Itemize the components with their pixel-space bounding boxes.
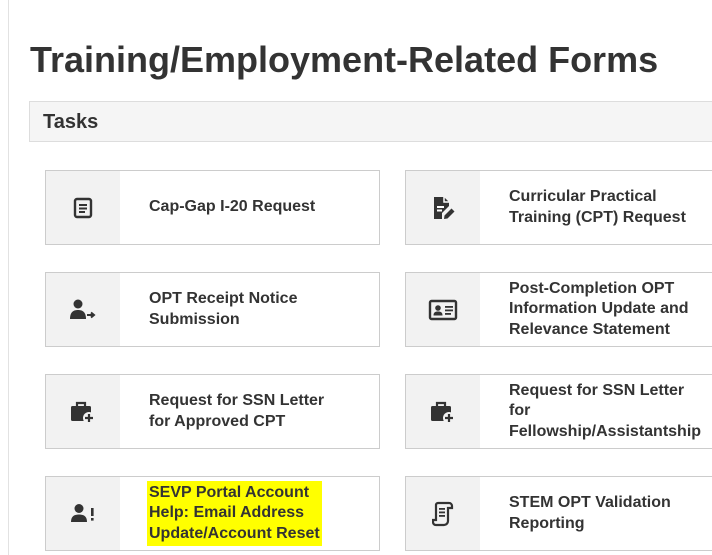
document-lines-icon xyxy=(73,197,93,218)
card-icon-box xyxy=(46,477,120,550)
page-title: Training/Employment-Related Forms xyxy=(30,39,659,80)
card-label: STEM OPT Validation Reporting xyxy=(509,494,671,532)
task-card-sevp-portal-help[interactable]: SEVP Portal Account Help: Email Address … xyxy=(45,476,380,551)
card-label: Request for SSN Letter for Approved CPT xyxy=(149,392,325,430)
task-card-ssn-letter-fellowship[interactable]: Request for SSN Letter for Fellowship/As… xyxy=(405,374,712,449)
card-icon-box xyxy=(406,171,480,244)
task-card-cap-gap-i20-request[interactable]: Cap-Gap I-20 Request xyxy=(45,170,380,245)
user-alert-icon xyxy=(71,503,94,522)
card-icon-box xyxy=(406,273,480,346)
task-card-opt-receipt-notice[interactable]: OPT Receipt Notice Submission xyxy=(45,272,380,347)
task-card-post-completion-opt[interactable]: Post-Completion OPT Information Update a… xyxy=(405,272,712,347)
card-label: SEVP Portal Account Help: Email Address … xyxy=(149,482,320,545)
task-card-stem-opt-validation[interactable]: STEM OPT Validation Reporting xyxy=(405,476,712,551)
task-card-cpt-request[interactable]: Curricular Practical Training (CPT) Requ… xyxy=(405,170,712,245)
scroll-icon xyxy=(432,501,454,526)
card-icon-box xyxy=(406,477,480,550)
left-border-rule xyxy=(8,0,9,555)
id-card-icon xyxy=(428,299,458,320)
card-label: Cap-Gap I-20 Request xyxy=(149,198,316,216)
document-edit-icon xyxy=(434,196,455,219)
card-icon-box xyxy=(46,273,120,346)
card-icon-box xyxy=(46,375,120,448)
briefcase-plus-icon xyxy=(71,401,95,424)
card-icon-box xyxy=(406,375,480,448)
card-label: Post-Completion OPT Information Update a… xyxy=(509,279,689,338)
card-label: Request for SSN Letter for Fellowship/As… xyxy=(509,381,702,440)
tasks-section-header: Tasks xyxy=(29,101,712,142)
card-label: Curricular Practical Training (CPT) Requ… xyxy=(509,188,686,226)
user-arrow-icon xyxy=(70,299,96,319)
section-title: Tasks xyxy=(43,111,99,133)
briefcase-plus-icon xyxy=(431,401,455,424)
card-icon-box xyxy=(46,171,120,244)
task-card-ssn-letter-cpt[interactable]: Request for SSN Letter for Approved CPT xyxy=(45,374,380,449)
card-label: OPT Receipt Notice Submission xyxy=(149,290,298,328)
